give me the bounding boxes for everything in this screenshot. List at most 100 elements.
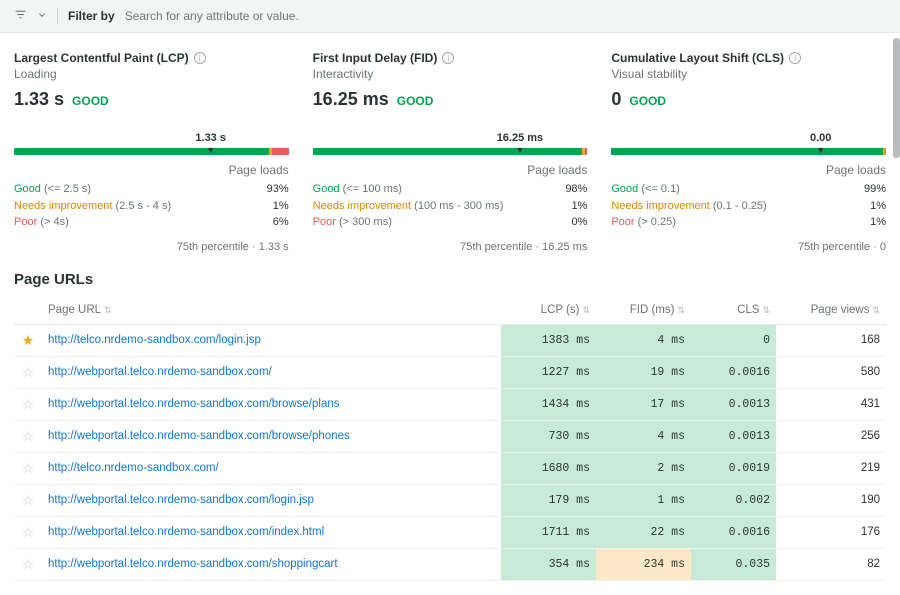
vital-value: 16.25 ms <box>313 89 389 110</box>
fid-cell: 234 ms <box>596 548 691 580</box>
views-cell: 176 <box>776 516 886 548</box>
percentile-text: 75th percentile · 1.33 s <box>14 241 289 253</box>
cls-cell: 0.0016 <box>691 356 776 388</box>
views-cell: 256 <box>776 420 886 452</box>
divider <box>57 8 58 24</box>
page-url[interactable]: http://telco.nrdemo-sandbox.com/ <box>42 452 501 484</box>
vital-value: 0 <box>611 89 621 110</box>
page-url[interactable]: http://webportal.telco.nrdemo-sandbox.co… <box>42 356 501 388</box>
col-lcp[interactable]: LCP (s)⇅ <box>501 296 596 325</box>
lcp-cell: 730 ms <box>501 420 596 452</box>
page-loads-label: Page loads <box>313 163 588 177</box>
info-icon[interactable]: i <box>789 52 801 64</box>
sort-icon[interactable]: ⇅ <box>762 305 770 316</box>
table-row[interactable]: ☆http://webportal.telco.nrdemo-sandbox.c… <box>14 356 886 388</box>
col-url[interactable]: Page URL⇅ <box>42 296 501 325</box>
percentile-marker: 0.00▼ <box>781 132 861 156</box>
vital-badge: GOOD <box>397 94 434 108</box>
col-views[interactable]: Page views⇅ <box>776 296 886 325</box>
fid-cell: 22 ms <box>596 516 691 548</box>
vital-badge: GOOD <box>72 94 109 108</box>
vital-subtitle: Interactivity <box>313 67 588 81</box>
lcp-cell: 1227 ms <box>501 356 596 388</box>
page-url[interactable]: http://webportal.telco.nrdemo-sandbox.co… <box>42 516 501 548</box>
vital-card: First Input Delay (FID) i Interactivity 16.… <box>313 51 588 253</box>
page-loads-label: Page loads <box>611 163 886 177</box>
table-row[interactable]: ☆http://webportal.telco.nrdemo-sandbox.c… <box>14 420 886 452</box>
star-icon[interactable]: ☆ <box>14 452 42 484</box>
legend: Good (<= 0.1)99%Needs improvement (0.1 -… <box>611 181 886 231</box>
star-icon[interactable]: ☆ <box>14 548 42 580</box>
sort-icon[interactable]: ⇅ <box>677 305 685 316</box>
star-icon[interactable]: ★ <box>14 324 42 356</box>
info-icon[interactable]: i <box>442 52 454 64</box>
fid-cell: 4 ms <box>596 324 691 356</box>
table-row[interactable]: ☆http://webportal.telco.nrdemo-sandbox.c… <box>14 516 886 548</box>
star-icon[interactable]: ☆ <box>14 356 42 388</box>
star-icon[interactable]: ☆ <box>14 388 42 420</box>
vital-subtitle: Loading <box>14 67 289 81</box>
page-url[interactable]: http://webportal.telco.nrdemo-sandbox.co… <box>42 388 501 420</box>
vital-card: Cumulative Layout Shift (CLS) i Visual sta… <box>611 51 886 253</box>
page-url[interactable]: http://telco.nrdemo-sandbox.com/login.js… <box>42 324 501 356</box>
vital-subtitle: Visual stability <box>611 67 886 81</box>
filter-label: Filter by <box>68 9 115 23</box>
scrollbar[interactable] <box>893 38 900 158</box>
page-url[interactable]: http://webportal.telco.nrdemo-sandbox.co… <box>42 548 501 580</box>
cls-cell: 0.0013 <box>691 420 776 452</box>
page-loads-label: Page loads <box>14 163 289 177</box>
sort-icon[interactable]: ⇅ <box>872 305 880 316</box>
col-cls[interactable]: CLS⇅ <box>691 296 776 325</box>
cls-cell: 0.002 <box>691 484 776 516</box>
fid-cell: 1 ms <box>596 484 691 516</box>
sort-icon[interactable]: ⇅ <box>104 305 112 316</box>
views-cell: 82 <box>776 548 886 580</box>
lcp-cell: 1711 ms <box>501 516 596 548</box>
fid-cell: 4 ms <box>596 420 691 452</box>
vitals-row: Largest Contentful Paint (LCP) i Loading 1.… <box>0 33 900 267</box>
page-url[interactable]: http://webportal.telco.nrdemo-sandbox.co… <box>42 484 501 516</box>
filter-bar: Filter by <box>0 0 900 33</box>
cls-cell: 0.0013 <box>691 388 776 420</box>
lcp-cell: 1680 ms <box>501 452 596 484</box>
legend: Good (<= 2.5 s)93%Needs improvement (2.5… <box>14 181 289 231</box>
percentile-text: 75th percentile · 0 <box>611 241 886 253</box>
table-row[interactable]: ★http://telco.nrdemo-sandbox.com/login.j… <box>14 324 886 356</box>
percentile-text: 75th percentile · 16.25 ms <box>313 241 588 253</box>
chevron-down-icon[interactable] <box>37 9 47 23</box>
star-icon[interactable]: ☆ <box>14 484 42 516</box>
views-cell: 431 <box>776 388 886 420</box>
table-row[interactable]: ☆http://telco.nrdemo-sandbox.com/1680 ms… <box>14 452 886 484</box>
col-fid[interactable]: FID (ms)⇅ <box>596 296 691 325</box>
table-row[interactable]: ☆http://webportal.telco.nrdemo-sandbox.c… <box>14 484 886 516</box>
lcp-cell: 1434 ms <box>501 388 596 420</box>
vital-title: Cumulative Layout Shift (CLS) <box>611 51 784 65</box>
star-icon[interactable]: ☆ <box>14 420 42 452</box>
percentile-marker: 1.33 s▼ <box>171 132 251 156</box>
vital-value: 1.33 s <box>14 89 64 110</box>
percentile-marker: 16.25 ms▼ <box>480 132 560 156</box>
star-icon[interactable]: ☆ <box>14 516 42 548</box>
info-icon[interactable]: i <box>194 52 206 64</box>
vital-title: Largest Contentful Paint (LCP) <box>14 51 189 65</box>
sort-icon[interactable]: ⇅ <box>582 305 590 316</box>
section-title: Page URLs <box>0 267 900 296</box>
page-urls-table: Page URL⇅LCP (s)⇅FID (ms)⇅CLS⇅Page views… <box>0 296 900 595</box>
lcp-cell: 179 ms <box>501 484 596 516</box>
lcp-cell: 1383 ms <box>501 324 596 356</box>
cls-cell: 0.035 <box>691 548 776 580</box>
page-url[interactable]: http://webportal.telco.nrdemo-sandbox.co… <box>42 420 501 452</box>
filter-input[interactable] <box>125 9 886 23</box>
vital-card: Largest Contentful Paint (LCP) i Loading 1.… <box>14 51 289 253</box>
cls-cell: 0 <box>691 324 776 356</box>
cls-cell: 0.0019 <box>691 452 776 484</box>
table-row[interactable]: ☆http://webportal.telco.nrdemo-sandbox.c… <box>14 388 886 420</box>
cls-cell: 0.0016 <box>691 516 776 548</box>
vital-title: First Input Delay (FID) <box>313 51 438 65</box>
fid-cell: 17 ms <box>596 388 691 420</box>
fid-cell: 2 ms <box>596 452 691 484</box>
filter-icon[interactable] <box>14 8 27 24</box>
vital-badge: GOOD <box>629 94 666 108</box>
table-row[interactable]: ☆http://webportal.telco.nrdemo-sandbox.c… <box>14 548 886 580</box>
legend: Good (<= 100 ms)98%Needs improvement (10… <box>313 181 588 231</box>
